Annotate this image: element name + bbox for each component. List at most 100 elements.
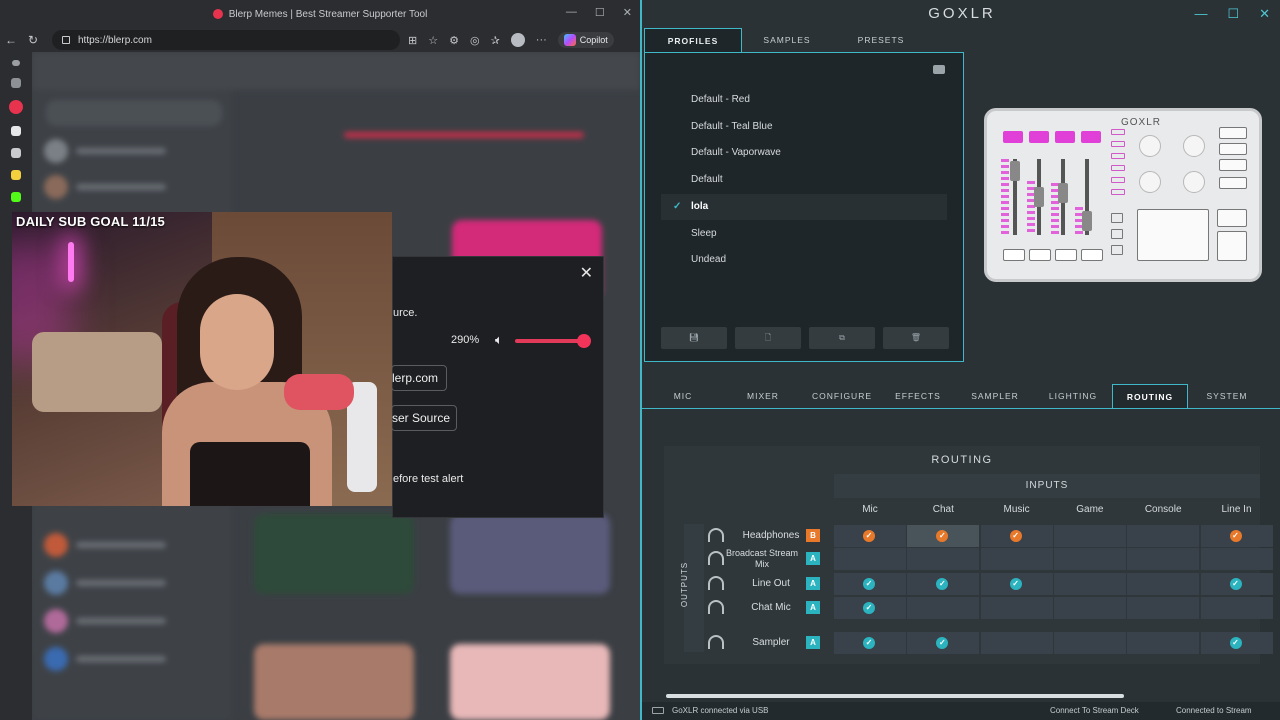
output-mix-badge[interactable]: A bbox=[806, 577, 820, 590]
routing-cell[interactable]: ✓ bbox=[907, 632, 980, 654]
list-item[interactable] bbox=[44, 608, 214, 634]
routing-cell[interactable]: ✓ bbox=[1200, 573, 1273, 595]
tab-mic[interactable]: MIC bbox=[642, 384, 724, 408]
thumbnail[interactable] bbox=[254, 644, 414, 720]
routing-cell[interactable] bbox=[1053, 525, 1126, 547]
routing-cell[interactable]: ✓ bbox=[980, 525, 1053, 547]
list-item[interactable] bbox=[44, 138, 214, 164]
speaker-icon[interactable] bbox=[11, 148, 21, 158]
chevron-icon[interactable] bbox=[12, 60, 20, 66]
save-profile-button[interactable]: 💾︎ bbox=[661, 327, 727, 349]
routing-cell[interactable] bbox=[1200, 548, 1273, 570]
volume-slider[interactable] bbox=[515, 339, 585, 343]
profile-item[interactable]: ✓ lola bbox=[661, 193, 947, 220]
tab-configure[interactable]: CONFIGURE bbox=[802, 384, 882, 408]
profile-item[interactable]: Default - Vaporwave bbox=[661, 140, 947, 166]
delete-profile-button[interactable]: 🗑︎ bbox=[883, 327, 949, 349]
routing-cell[interactable] bbox=[1053, 632, 1126, 654]
browser-source-button[interactable]: ser Source bbox=[391, 405, 457, 431]
routing-cell[interactable]: ✓ bbox=[834, 597, 906, 619]
routing-cell[interactable]: ✓ bbox=[834, 632, 906, 654]
favorites-icon[interactable]: ✰ bbox=[491, 34, 500, 47]
routing-cell[interactable] bbox=[1127, 597, 1200, 619]
tab-effects[interactable]: EFFECTS bbox=[882, 384, 954, 408]
minimize-icon[interactable]: — bbox=[1194, 6, 1207, 22]
copilot-button[interactable]: Copilot bbox=[557, 32, 614, 48]
routing-cell[interactable] bbox=[834, 548, 906, 570]
blerp-link-button[interactable]: lerp.com bbox=[391, 365, 447, 391]
routing-cell[interactable]: ✓ bbox=[907, 573, 980, 595]
routing-cell[interactable] bbox=[1127, 573, 1200, 595]
volume-slider-knob[interactable] bbox=[577, 334, 591, 348]
routing-cell[interactable]: ✓ bbox=[980, 573, 1053, 595]
routing-cell[interactable]: ✓ bbox=[1200, 632, 1273, 654]
routing-cell[interactable]: ✓ bbox=[834, 573, 906, 595]
copy-profile-button[interactable]: ⧉ bbox=[809, 327, 875, 349]
output-mix-badge[interactable]: A bbox=[806, 552, 820, 565]
tab-lighting[interactable]: LIGHTING bbox=[1036, 384, 1110, 408]
output-mix-badge[interactable]: B bbox=[806, 529, 820, 542]
routing-cell[interactable] bbox=[907, 548, 980, 570]
apps-icon[interactable]: ⊞ bbox=[408, 34, 417, 47]
kick-icon[interactable] bbox=[11, 192, 21, 202]
back-icon[interactable]: ← bbox=[0, 33, 22, 47]
routing-cell[interactable] bbox=[980, 597, 1053, 619]
profile-avatar[interactable] bbox=[510, 33, 525, 47]
horizontal-scrollbar[interactable] bbox=[666, 694, 1124, 698]
create-button[interactable] bbox=[46, 100, 222, 126]
routing-cell[interactable] bbox=[980, 548, 1053, 570]
routing-cell[interactable] bbox=[1053, 573, 1126, 595]
new-profile-button[interactable]: 🗋︎ bbox=[735, 327, 801, 349]
profile-item[interactable]: Sleep bbox=[661, 221, 947, 247]
close-icon[interactable]: ✕ bbox=[1259, 6, 1270, 22]
speaker-icon[interactable]: 🔈︎ bbox=[495, 332, 503, 348]
thumbnail[interactable] bbox=[450, 514, 610, 594]
routing-cell[interactable] bbox=[1127, 525, 1200, 547]
tab-profiles[interactable]: PROFILES bbox=[644, 28, 742, 52]
close-icon[interactable]: ✕ bbox=[623, 6, 632, 19]
routing-cell[interactable] bbox=[1127, 548, 1200, 570]
list-item[interactable] bbox=[44, 570, 214, 596]
routing-cell[interactable]: ✓ bbox=[907, 525, 980, 547]
routing-cell[interactable] bbox=[1053, 597, 1126, 619]
sidebar-app-icon[interactable] bbox=[11, 126, 21, 136]
blerp-sidebar-icon[interactable] bbox=[9, 100, 23, 114]
profile-item[interactable]: Undead bbox=[661, 247, 947, 273]
thumbnail[interactable] bbox=[254, 514, 414, 594]
routing-cell[interactable]: ✓ bbox=[834, 525, 906, 547]
routing-cell[interactable] bbox=[1127, 632, 1200, 654]
stream-status[interactable]: Connected to Stream bbox=[1176, 706, 1252, 715]
tab-sampler[interactable]: SAMPLER bbox=[954, 384, 1036, 408]
routing-cell[interactable]: ✓ bbox=[1200, 525, 1273, 547]
tab-presets[interactable]: PRESETS bbox=[834, 28, 928, 52]
more-menu-icon[interactable]: ··· bbox=[536, 34, 547, 46]
close-icon[interactable]: ✕ bbox=[580, 263, 593, 283]
camera-icon[interactable] bbox=[933, 65, 945, 74]
thumbnail[interactable] bbox=[450, 644, 610, 720]
list-item[interactable] bbox=[44, 174, 214, 200]
tab-system[interactable]: SYSTEM bbox=[1190, 384, 1264, 408]
url-field[interactable]: https://blerp.com bbox=[52, 30, 400, 50]
maximize-icon[interactable]: ☐ bbox=[595, 6, 605, 19]
favorite-star-icon[interactable]: ☆ bbox=[428, 34, 438, 47]
extension-icon[interactable]: ◎ bbox=[470, 34, 480, 47]
extensions-icon[interactable]: ⚙ bbox=[449, 34, 459, 47]
sidebar-app-icon[interactable] bbox=[11, 170, 21, 180]
routing-cell[interactable] bbox=[1200, 597, 1273, 619]
output-mix-badge[interactable]: A bbox=[806, 601, 820, 614]
sidebar-app-icon[interactable] bbox=[11, 78, 21, 88]
profile-item[interactable]: Default - Red bbox=[661, 87, 947, 113]
routing-cell[interactable] bbox=[907, 597, 980, 619]
minimize-icon[interactable]: — bbox=[566, 6, 577, 19]
tab-samples[interactable]: SAMPLES bbox=[742, 28, 832, 52]
output-mix-badge[interactable]: A bbox=[806, 636, 820, 649]
routing-cell[interactable] bbox=[1053, 548, 1126, 570]
profile-item[interactable]: Default - Teal Blue bbox=[661, 114, 947, 140]
tab-routing[interactable]: ROUTING bbox=[1112, 384, 1188, 408]
stream-deck-button[interactable]: Connect To Stream Deck bbox=[1050, 706, 1139, 715]
tab-mixer[interactable]: MIXER bbox=[724, 384, 802, 408]
list-item[interactable] bbox=[44, 646, 214, 672]
list-item[interactable] bbox=[44, 532, 214, 558]
refresh-icon[interactable]: ↻ bbox=[22, 33, 44, 47]
maximize-icon[interactable]: ☐ bbox=[1227, 6, 1239, 22]
